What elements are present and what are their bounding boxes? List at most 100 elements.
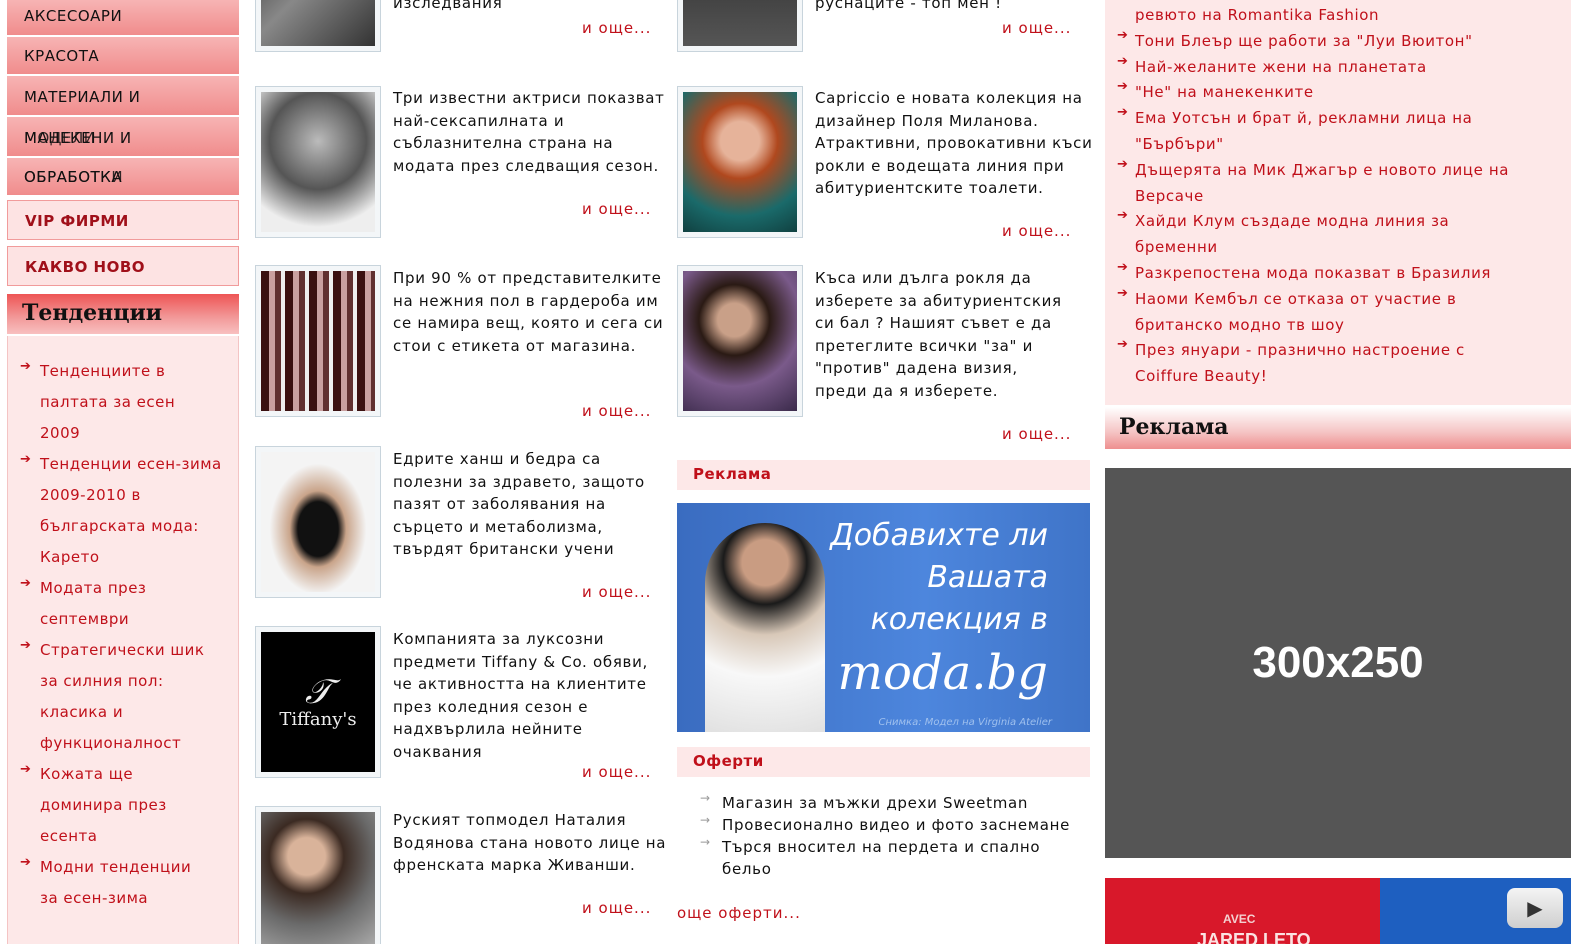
trends-list: ➔ Тенденциите в палтата за есен 2009 ➔ Тен… bbox=[7, 336, 239, 944]
article-text: Компанията за луксозни предмети Tiffany … bbox=[393, 630, 648, 761]
arrow-icon: ➔ bbox=[1117, 27, 1129, 43]
trend-link[interactable]: ➔ Тенденциите в палтата за есен 2009 bbox=[20, 356, 190, 449]
news-link[interactable]: ➔ Ема Уотсън и брат й, рекламни лица на "… bbox=[1117, 105, 1537, 158]
arrow-icon: ➔ bbox=[1117, 156, 1129, 172]
article-thumbnail[interactable]: 𝒯 Tiffany's bbox=[255, 626, 381, 778]
play-icon: ▶ bbox=[1527, 896, 1543, 920]
article-text: Руският топмодел Наталия Водянова стана … bbox=[393, 811, 667, 874]
arrow-icon: ➔ bbox=[1117, 259, 1129, 275]
read-more-link[interactable]: и още... bbox=[582, 402, 651, 420]
arrow-icon: ➔ bbox=[20, 855, 32, 870]
article-text: Едрите ханш и бедра са полезни за здраве… bbox=[393, 450, 645, 558]
read-more-link[interactable]: и още... bbox=[1002, 222, 1071, 240]
nav-label: Красота bbox=[24, 47, 100, 65]
read-more-link[interactable]: и още... bbox=[582, 19, 651, 37]
nav-item-materials[interactable]: Материали и bbox=[7, 76, 239, 116]
arrow-icon: ➔ bbox=[20, 359, 32, 374]
news-link[interactable]: ➔ Тони Блеър ще работи за "Луи Вюитон" bbox=[1117, 28, 1571, 55]
arrow-icon: ➔ bbox=[1117, 208, 1129, 224]
article-thumbnail[interactable] bbox=[255, 806, 381, 944]
video-ad-text: JARED LETO bbox=[1197, 930, 1311, 944]
nav-label: VIP фирми bbox=[25, 212, 129, 230]
nav-label: Какво ново bbox=[25, 258, 146, 276]
trends-heading: Тенденции bbox=[7, 294, 239, 334]
trend-link[interactable]: ➔ Стратегически шик за силния пол: класик… bbox=[20, 635, 220, 759]
news-link[interactable]: ➔ Разкрепостена мода показват в Бразилия bbox=[1117, 260, 1571, 287]
news-link[interactable]: ➔ Дъщерята на Мик Джагър е новото лице на… bbox=[1117, 157, 1537, 210]
ad-size-text: 300x250 bbox=[1252, 638, 1424, 687]
news-link[interactable]: ➔ През януари - празнично настроение с Co… bbox=[1117, 337, 1527, 390]
news-link[interactable]: ➔ Наоми Кембъл се отказа от участие в бри… bbox=[1117, 286, 1517, 339]
offer-link[interactable]: → Магазин за мъжки дрехи Sweetman bbox=[700, 791, 1090, 814]
banner-line: Вашата bbox=[927, 560, 1048, 595]
arrow-icon: → bbox=[700, 813, 711, 827]
read-more-link[interactable]: и още... bbox=[1002, 19, 1071, 37]
nav-item-accessories[interactable]: Аксесоари bbox=[7, 0, 239, 36]
arrow-icon: → bbox=[700, 791, 711, 805]
nav-item-beauty[interactable]: Красота bbox=[7, 37, 239, 75]
model-figure bbox=[705, 523, 825, 732]
video-ad-text: AVEC bbox=[1223, 912, 1256, 926]
arrow-icon: → bbox=[700, 835, 711, 849]
article-thumbnail[interactable] bbox=[677, 86, 803, 238]
arrow-icon: ➔ bbox=[1117, 337, 1129, 353]
nav-label: Материали и bbox=[24, 88, 141, 106]
banner-caption: Снимка: Модел на Virginia Atelier bbox=[878, 717, 1052, 728]
arrow-icon: ➔ bbox=[20, 576, 32, 591]
offer-link[interactable]: → Провесионално видео и фото заснемане bbox=[700, 813, 1090, 836]
article-text: Capriccio е новата колекция на дизайнер … bbox=[815, 89, 1093, 197]
nav-label: Аксесоари bbox=[24, 7, 123, 25]
arrow-icon: ➔ bbox=[1117, 79, 1129, 95]
right-ad-heading: Реклама bbox=[1105, 407, 1571, 449]
article-text: Къса или дълга рокля да изберете за абит… bbox=[815, 269, 1062, 400]
banner-brand: moda.bg bbox=[837, 645, 1048, 701]
read-more-link[interactable]: и още... bbox=[582, 899, 651, 917]
news-link[interactable]: ревюто на Romantika Fashion bbox=[1117, 3, 1571, 29]
news-list: ревюто на Romantika Fashion ➔ Тони Блеър … bbox=[1105, 0, 1571, 405]
ad-placeholder[interactable]: 300x250 bbox=[1105, 468, 1571, 858]
video-ad[interactable]: AVEC JARED LETO ▶ bbox=[1105, 878, 1571, 944]
trend-link[interactable]: ➔ Тенденции есен-зима 2009-2010 в българс… bbox=[20, 449, 230, 573]
read-more-link[interactable]: и още... bbox=[582, 583, 651, 601]
arrow-icon: ➔ bbox=[20, 762, 32, 777]
nav-item-processing[interactable]: Обработка обработки bbox=[7, 158, 239, 196]
read-more-link[interactable]: и още... bbox=[1002, 425, 1071, 443]
article-thumbnail[interactable] bbox=[677, 265, 803, 417]
nav-label-overlap: обработки bbox=[24, 168, 124, 186]
trend-link[interactable]: ➔ Модни тенденции за есен-зима bbox=[20, 852, 210, 914]
read-more-link[interactable]: и още... bbox=[582, 763, 651, 781]
article-thumbnail[interactable] bbox=[255, 446, 381, 598]
news-link[interactable]: ➔ "Не" на манекенките bbox=[1117, 79, 1571, 106]
offers-list: → Магазин за мъжки дрехи Sweetman → Провес… bbox=[700, 791, 1090, 880]
article-text: При 90 % от представителките на нежния п… bbox=[393, 269, 664, 355]
arrow-icon: ➔ bbox=[1117, 53, 1129, 69]
arrow-icon: ➔ bbox=[1117, 105, 1129, 121]
nav-item-mannequins[interactable]: Манекени и модели bbox=[7, 117, 239, 157]
article-thumbnail[interactable] bbox=[255, 0, 381, 52]
play-button[interactable]: ▶ bbox=[1507, 888, 1563, 928]
arrow-icon: ➔ bbox=[20, 452, 32, 467]
tiffany-logo: Tiffany's bbox=[279, 708, 357, 730]
offers-label: Оферти bbox=[677, 747, 1090, 777]
article-thumbnail[interactable] bbox=[255, 265, 381, 417]
article-thumbnail[interactable] bbox=[677, 0, 803, 52]
article-text: изследвания bbox=[393, 0, 503, 12]
arrow-icon: ➔ bbox=[1117, 285, 1129, 301]
read-more-link[interactable]: и още... bbox=[582, 200, 651, 218]
banner-line: Добавихте ли bbox=[830, 518, 1048, 553]
nav-item-vip[interactable]: VIP фирми bbox=[7, 200, 239, 240]
more-offers-link[interactable]: още оферти... bbox=[677, 904, 801, 922]
trend-link[interactable]: ➔ Кожата ще доминира през есента bbox=[20, 759, 180, 852]
article-text: руснаците - топ мен ! bbox=[815, 0, 1002, 12]
news-link[interactable]: ➔ Хайди Клум създаде модна линия за бреме… bbox=[1117, 208, 1517, 261]
banner-line: колекция в bbox=[870, 602, 1048, 637]
article-thumbnail[interactable] bbox=[255, 86, 381, 238]
nav-item-whats-new[interactable]: Какво ново bbox=[7, 246, 239, 286]
article-text: Три известни актриси показват най-сексап… bbox=[393, 89, 665, 175]
arrow-icon: ➔ bbox=[20, 638, 32, 653]
offer-link[interactable]: → Търся вносител на пердета и спално бель… bbox=[700, 835, 1085, 880]
trend-link[interactable]: ➔ Модата през септември bbox=[20, 573, 180, 635]
nav-label-overlap: модели bbox=[24, 129, 96, 147]
promo-banner[interactable]: Добавихте ли Вашата колекция в moda.bg С… bbox=[677, 503, 1090, 732]
news-link[interactable]: ➔ Най-желаните жени на планетата bbox=[1117, 54, 1571, 81]
